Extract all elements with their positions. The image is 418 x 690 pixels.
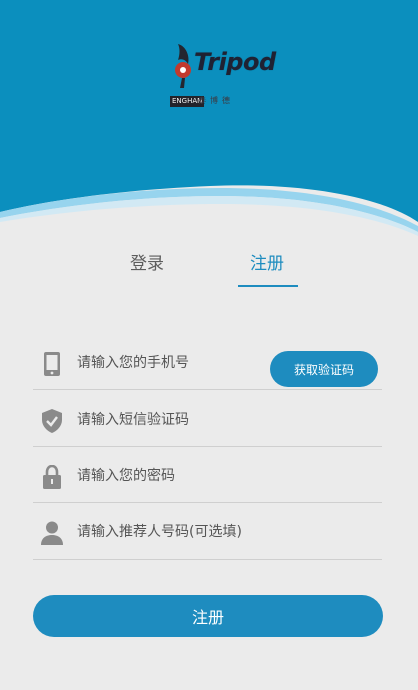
header-banner: Tripod ENGHAN 泰博德 xyxy=(0,0,418,240)
password-input[interactable] xyxy=(77,463,317,489)
password-row xyxy=(33,449,382,503)
header-wave xyxy=(0,0,418,240)
shield-check-icon xyxy=(42,409,62,433)
auth-tabs: 登录 注册 xyxy=(0,248,418,288)
brand-logo: Tripod ENGHAN 泰博德 xyxy=(168,42,276,112)
lock-icon xyxy=(43,465,61,489)
sms-code-row xyxy=(33,393,382,447)
sms-code-input[interactable] xyxy=(77,407,317,433)
register-submit-button[interactable]: 注册 xyxy=(33,595,383,637)
phone-row: 获取验证码 xyxy=(33,336,382,390)
phone-icon xyxy=(44,352,60,376)
referral-row xyxy=(33,505,382,560)
logo-subtitle: 泰博德 xyxy=(198,96,234,105)
logo-wordmark: Tripod xyxy=(194,48,276,76)
logo-mark-icon xyxy=(175,44,191,88)
person-icon xyxy=(41,521,63,545)
tab-register[interactable]: 注册 xyxy=(222,248,312,284)
active-tab-indicator xyxy=(238,285,298,287)
tab-login[interactable]: 登录 xyxy=(102,248,192,284)
get-code-button[interactable]: 获取验证码 xyxy=(270,351,378,387)
referral-input[interactable] xyxy=(77,519,317,545)
